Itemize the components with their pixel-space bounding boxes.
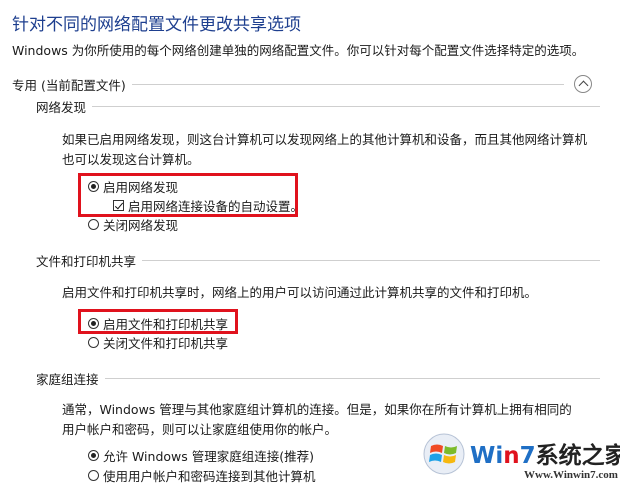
watermark-brand-7: 7 bbox=[519, 443, 536, 469]
network-discovery-on-label: 启用网络发现 bbox=[103, 180, 179, 195]
homegroup-description: 通常，Windows 管理与其他家庭组计算机的连接。但是，如果你在所有计算机上拥… bbox=[62, 402, 572, 437]
profile-header[interactable]: 专用 (当前配置文件) bbox=[12, 75, 132, 94]
windows-logo-icon bbox=[423, 433, 465, 475]
auto-setup-option[interactable]: 启用网络连接设备的自动设置。 bbox=[113, 196, 303, 215]
homegroup-allow-option[interactable]: 允许 Windows 管理家庭组连接(推荐) bbox=[88, 446, 314, 465]
radio-file-sharing-on[interactable] bbox=[88, 318, 99, 329]
watermark-brand: Win7系统之家 bbox=[470, 436, 620, 470]
network-discovery-header: 网络发现 bbox=[36, 97, 93, 116]
watermark-brand-win: Wi bbox=[470, 443, 504, 469]
radio-homegroup-allow[interactable] bbox=[88, 450, 99, 461]
network-discovery-divider bbox=[36, 106, 600, 107]
radio-homegroup-manual[interactable] bbox=[88, 470, 99, 481]
network-discovery-off-label: 关闭网络发现 bbox=[103, 218, 179, 233]
radio-network-discovery-off[interactable] bbox=[88, 219, 99, 230]
homegroup-manual-option[interactable]: 使用用户帐户和密码连接到其他计算机 bbox=[88, 466, 316, 485]
watermark-url: Www.Winwin7.com bbox=[524, 469, 618, 481]
file-sharing-off-label: 关闭文件和打印机共享 bbox=[103, 336, 229, 351]
file-sharing-on-label: 启用文件和打印机共享 bbox=[103, 317, 229, 332]
watermark-brand-n: n bbox=[503, 443, 520, 469]
homegroup-header: 家庭组连接 bbox=[36, 369, 105, 388]
radio-network-discovery-on[interactable] bbox=[88, 181, 99, 192]
network-discovery-description: 如果已启用网络发现，则这台计算机可以发现网络上的其他计算机和设备，而且其他网络计… bbox=[62, 132, 588, 167]
network-discovery-on-option[interactable]: 启用网络发现 bbox=[88, 177, 178, 196]
chevron-up-icon[interactable] bbox=[574, 75, 592, 93]
page-description: Windows 为你所使用的每个网络创建单独的网络配置文件。你可以针对每个配置文… bbox=[12, 43, 585, 58]
page-title: 针对不同的网络配置文件更改共享选项 bbox=[12, 15, 301, 35]
network-discovery-off-option[interactable]: 关闭网络发现 bbox=[88, 215, 178, 234]
file-sharing-on-option[interactable]: 启用文件和打印机共享 bbox=[88, 314, 228, 333]
file-sharing-description: 启用文件和打印机共享时，网络上的用户可以访问通过此计算机共享的文件和打印机。 bbox=[62, 285, 538, 300]
watermark-brand-rest: 系统之家 bbox=[535, 443, 620, 469]
radio-file-sharing-off[interactable] bbox=[88, 337, 99, 348]
homegroup-allow-label: 允许 Windows 管理家庭组连接(推荐) bbox=[103, 449, 314, 464]
homegroup-divider bbox=[36, 378, 600, 379]
checkbox-auto-setup[interactable] bbox=[113, 200, 124, 211]
file-sharing-off-option[interactable]: 关闭文件和打印机共享 bbox=[88, 333, 228, 352]
file-sharing-header: 文件和打印机共享 bbox=[36, 251, 143, 270]
homegroup-manual-label: 使用用户帐户和密码连接到其他计算机 bbox=[103, 469, 316, 484]
auto-setup-label: 启用网络连接设备的自动设置。 bbox=[128, 199, 304, 214]
